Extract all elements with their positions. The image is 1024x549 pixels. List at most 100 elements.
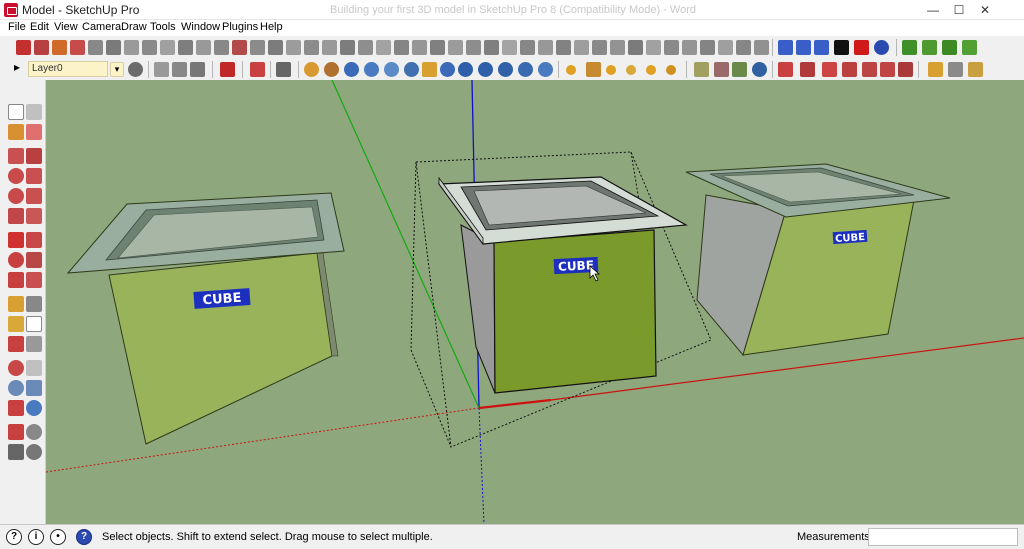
front-view-icon[interactable] <box>322 40 337 55</box>
trim-icon[interactable] <box>592 40 607 55</box>
iso-view-icon[interactable] <box>286 40 301 55</box>
street-view-icon[interactable] <box>518 62 533 77</box>
play-icon[interactable] <box>834 40 849 55</box>
minimize-button[interactable]: — <box>920 0 946 20</box>
paint-bucket-tool-icon[interactable] <box>8 124 24 140</box>
rotate-tool-icon[interactable] <box>8 252 24 268</box>
plant-icon[interactable] <box>942 40 957 55</box>
user-icon[interactable]: • <box>50 529 66 545</box>
close-button[interactable]: ✕ <box>972 0 998 20</box>
sun-icon[interactable] <box>566 65 576 75</box>
omni-icon[interactable] <box>646 65 656 75</box>
shaded-textures-icon[interactable] <box>466 40 481 55</box>
shrub-icon[interactable] <box>962 40 977 55</box>
zoom-window-icon[interactable] <box>142 40 157 55</box>
wireframe-icon[interactable] <box>412 40 427 55</box>
layer-select[interactable]: Layer0 <box>28 61 108 77</box>
right-view-icon[interactable] <box>340 40 355 55</box>
preview-icon[interactable] <box>538 62 553 77</box>
upload-icon[interactable] <box>458 62 473 77</box>
measurements-input[interactable] <box>868 528 1018 546</box>
import-icon[interactable] <box>800 62 815 77</box>
position-camera-icon[interactable] <box>214 40 229 55</box>
zoom-tool-icon[interactable] <box>8 380 24 396</box>
tape-measure-tool-icon[interactable] <box>8 296 24 312</box>
shaded-icon[interactable] <box>448 40 463 55</box>
solid-tools-icon[interactable] <box>502 40 517 55</box>
box-icon[interactable] <box>948 62 963 77</box>
ies-icon[interactable] <box>666 65 676 75</box>
section-plane-icon[interactable] <box>268 40 283 55</box>
globe-icon[interactable] <box>344 62 359 77</box>
left-view-icon[interactable] <box>376 40 391 55</box>
select-tool-icon[interactable] <box>8 104 24 120</box>
modeling-viewport[interactable]: CUBE CUBE CUBE <box>46 80 1024 524</box>
select-cursor-icon[interactable] <box>16 40 31 55</box>
extension-icon[interactable] <box>478 62 493 77</box>
instructor-help-icon[interactable]: ? <box>76 529 92 545</box>
xray-icon[interactable] <box>394 40 409 55</box>
arc-tool-icon[interactable] <box>26 168 42 184</box>
scale-tool-icon[interactable] <box>8 272 24 288</box>
export-icon[interactable] <box>778 62 793 77</box>
menu-edit[interactable]: Edit <box>30 21 49 33</box>
material-icon[interactable] <box>694 62 709 77</box>
look-around-icon[interactable] <box>250 40 265 55</box>
drape-icon[interactable] <box>700 40 715 55</box>
dimension-tool-icon[interactable] <box>26 296 42 312</box>
walk-icon[interactable] <box>232 40 247 55</box>
bundle-icon[interactable] <box>968 62 983 77</box>
render-icon[interactable] <box>752 62 767 77</box>
freehand-tool-icon[interactable] <box>26 188 42 204</box>
axes-tool-icon[interactable] <box>8 336 24 352</box>
previous-view-icon[interactable] <box>178 40 193 55</box>
menu-draw[interactable]: Draw <box>121 21 147 33</box>
circle-tool-icon[interactable] <box>8 168 24 184</box>
shadow-icon[interactable] <box>250 62 265 77</box>
skin-icon[interactable] <box>778 40 793 55</box>
top-view-icon[interactable] <box>304 40 319 55</box>
text-icon[interactable] <box>842 62 857 77</box>
earth-icon[interactable] <box>364 62 379 77</box>
smoove-icon[interactable] <box>664 40 679 55</box>
pie-tool-icon[interactable] <box>8 208 24 224</box>
position-camera-tool-icon[interactable] <box>8 424 24 440</box>
zoom-icon[interactable] <box>124 40 139 55</box>
menu-tools[interactable]: Tools <box>150 21 176 33</box>
next-view-icon[interactable] <box>196 40 211 55</box>
geo-icon[interactable] <box>304 62 319 77</box>
measure-icon[interactable] <box>276 62 291 77</box>
polygon-tool-icon[interactable] <box>8 188 24 204</box>
stop-icon[interactable] <box>854 40 869 55</box>
help-icon[interactable] <box>874 40 889 55</box>
rectangle-tool-icon[interactable] <box>8 148 24 164</box>
tree-icon[interactable] <box>902 40 917 55</box>
light-icon[interactable] <box>606 65 616 75</box>
outer-shell-icon[interactable] <box>520 40 535 55</box>
3d-text-icon[interactable] <box>862 62 877 77</box>
move-icon[interactable] <box>70 40 85 55</box>
previous-tool-icon[interactable] <box>26 400 42 416</box>
line-tool-icon[interactable] <box>26 148 42 164</box>
layer-manager-icon[interactable] <box>128 62 143 77</box>
menu-file[interactable]: File <box>8 21 26 33</box>
tape-measure-icon[interactable] <box>154 62 169 77</box>
terrain-icon[interactable] <box>754 40 769 55</box>
zoom-extents-tool-icon[interactable] <box>8 400 24 416</box>
protractor-icon[interactable] <box>172 62 187 77</box>
photo-texture-icon[interactable] <box>498 62 513 77</box>
component-icon[interactable] <box>422 62 437 77</box>
monochrome-icon[interactable] <box>484 40 499 55</box>
follow-me-tool-icon[interactable] <box>26 252 42 268</box>
sub-icon[interactable] <box>814 40 829 55</box>
share-model-icon[interactable] <box>404 62 419 77</box>
back-view-icon[interactable] <box>358 40 373 55</box>
stamp-icon[interactable] <box>682 40 697 55</box>
pan-tool-icon[interactable] <box>26 360 42 376</box>
walk-tool-icon[interactable] <box>8 444 24 460</box>
push-pull-tool-icon[interactable] <box>26 232 42 248</box>
pan-icon[interactable] <box>106 40 121 55</box>
add-detail-icon[interactable] <box>718 40 733 55</box>
eraser-tool-icon[interactable] <box>26 124 42 140</box>
label-icon[interactable] <box>880 62 895 77</box>
